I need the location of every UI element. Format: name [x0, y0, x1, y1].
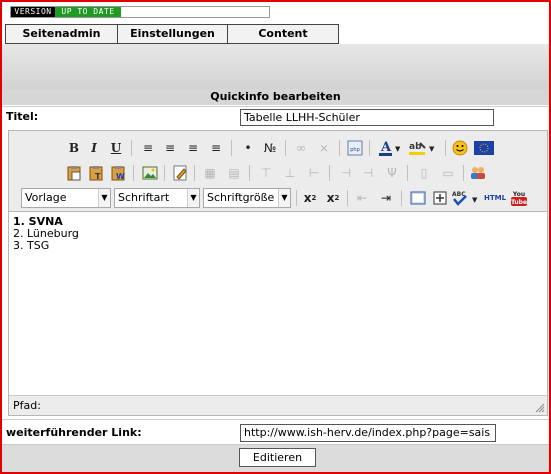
insert-special-icon[interactable]: [431, 189, 449, 207]
outdent-icon[interactable]: ⇤: [353, 189, 371, 207]
path-label: Pfad:: [13, 399, 41, 412]
font-select[interactable]: Schriftart ▼: [114, 188, 200, 208]
tab-einstellungen[interactable]: Einstellungen: [118, 25, 228, 43]
highlight-color-icon[interactable]: ab ▼: [407, 139, 437, 157]
bullet-list-icon[interactable]: •: [239, 139, 257, 157]
users-icon[interactable]: [469, 164, 487, 182]
chevron-down-icon: ▼: [98, 189, 110, 207]
link-label: weiterführender Link:: [6, 426, 142, 439]
title-input[interactable]: Tabelle LLHH-Schüler: [240, 109, 494, 126]
svg-text:▼: ▼: [395, 145, 400, 153]
toolbar-row-1: B I U ≡ ≡ ≡ ≡ • № ∞ ⨯ php A ▼ ab ▼: [9, 137, 547, 159]
link-row: weiterführender Link: http://www.ish-her…: [2, 419, 549, 443]
link-input[interactable]: http://www.ish-herv.de/index.php?page=sa…: [240, 424, 496, 442]
window-frame: VERSION UP TO DATE Seitenadmin Einstellu…: [0, 0, 551, 474]
edit-source-icon[interactable]: [171, 164, 189, 182]
numbered-list-icon[interactable]: №: [261, 139, 279, 157]
paste-text-icon[interactable]: T: [87, 164, 105, 182]
toolbar-row-2: T W ▦ ▤ ⊤ ⊥ ⊢ ⊣ ⊣ Ψ ▯ ▭: [9, 162, 547, 184]
list-item: 1. SVNA: [13, 215, 63, 228]
resize-handle-icon[interactable]: [535, 403, 545, 413]
svg-text:▼: ▼: [429, 145, 435, 153]
tab-content[interactable]: Content: [228, 25, 338, 43]
path-bar: Pfad:: [9, 395, 547, 415]
delete-row-icon[interactable]: ⊢: [305, 164, 323, 182]
italic-icon[interactable]: I: [85, 139, 103, 157]
tab-seitenadmin[interactable]: Seitenadmin: [6, 25, 118, 43]
svg-text:▼: ▼: [472, 196, 478, 204]
merge-cells-icon[interactable]: ▭: [439, 164, 457, 182]
header-band: [2, 44, 549, 90]
up-to-date-badge: UP TO DATE: [55, 7, 121, 17]
submit-row: Editieren: [2, 444, 549, 472]
font-select-value: Schriftart: [118, 191, 170, 204]
rich-text-editor: B I U ≡ ≡ ≡ ≡ • № ∞ ⨯ php A ▼ ab ▼ T W ▦…: [8, 130, 548, 416]
top-navigation: Seitenadmin Einstellungen Content: [5, 24, 339, 44]
svg-text:Tube: Tube: [511, 199, 527, 206]
subscript-icon[interactable]: x2: [301, 189, 319, 207]
chevron-down-icon: ▼: [187, 189, 199, 207]
version-bar: VERSION UP TO DATE: [10, 6, 270, 18]
link-icon[interactable]: ∞: [292, 139, 310, 157]
insert-row-after-icon[interactable]: ⊥: [281, 164, 299, 182]
editor-toolbar: B I U ≡ ≡ ≡ ≡ • № ∞ ⨯ php A ▼ ab ▼ T W ▦…: [9, 131, 547, 212]
indent-icon[interactable]: ⇥: [377, 189, 395, 207]
align-left-icon[interactable]: ≡: [139, 139, 157, 157]
editor-content[interactable]: 1. SVNA 2. Lüneburg 3. TSG: [9, 212, 547, 395]
insert-column-icon[interactable]: ⊣: [337, 164, 355, 182]
table-icon[interactable]: ▦: [201, 164, 219, 182]
size-select[interactable]: Schriftgröße ▼: [203, 188, 291, 208]
html-icon[interactable]: HTML: [483, 189, 507, 207]
svg-text:T: T: [95, 172, 101, 181]
list-item: 3. TSG: [13, 239, 50, 252]
chevron-down-icon: ▼: [278, 189, 290, 207]
unlink-icon[interactable]: ⨯: [315, 139, 333, 157]
paste-word-icon[interactable]: W: [109, 164, 127, 182]
underline-icon[interactable]: U: [107, 139, 125, 157]
image-icon[interactable]: [141, 164, 159, 182]
svg-text:You: You: [512, 191, 525, 198]
content-list: 1. SVNA 2. Lüneburg 3. TSG: [13, 216, 543, 252]
title-label: Titel:: [6, 110, 39, 123]
php-icon[interactable]: php: [346, 139, 364, 157]
title-row: Titel: Tabelle LLHH-Schüler: [2, 106, 549, 126]
paste-icon[interactable]: [65, 164, 83, 182]
align-justify-icon[interactable]: ≡: [207, 139, 225, 157]
superscript-icon[interactable]: x2: [324, 189, 342, 207]
format-select[interactable]: Vorlage ▼: [21, 188, 111, 208]
spellcheck-icon[interactable]: ABC ▼: [451, 189, 481, 207]
svg-text:php: php: [350, 147, 360, 153]
align-center-icon[interactable]: ≡: [161, 139, 179, 157]
format-select-value: Vorlage: [25, 191, 67, 204]
eu-flag-icon[interactable]: [473, 139, 495, 157]
align-right-icon[interactable]: ≡: [184, 139, 202, 157]
edit-submit-button[interactable]: Editieren: [239, 448, 316, 467]
insert-column-after-icon[interactable]: ⊣: [359, 164, 377, 182]
table-properties-icon[interactable]: ▤: [225, 164, 243, 182]
toolbar-row-3: Vorlage ▼ Schriftart ▼ Schriftgröße ▼ x2…: [9, 187, 547, 209]
insert-row-icon[interactable]: ⊤: [257, 164, 275, 182]
text-color-icon[interactable]: A ▼: [375, 139, 401, 157]
list-item: 2. Lüneburg: [13, 227, 79, 240]
split-cells-icon[interactable]: ▯: [415, 164, 433, 182]
version-badge: VERSION: [11, 7, 55, 17]
youtube-icon[interactable]: You Tube: [509, 189, 529, 207]
svg-text:W: W: [116, 172, 125, 181]
bold-icon[interactable]: B: [65, 139, 83, 157]
smiley-icon[interactable]: [451, 139, 469, 157]
fullscreen-icon[interactable]: [409, 189, 427, 207]
size-select-value: Schriftgröße: [207, 191, 275, 204]
delete-column-icon[interactable]: Ψ: [383, 164, 401, 182]
section-title: Quickinfo bearbeiten: [2, 89, 549, 105]
svg-text:A: A: [380, 140, 392, 155]
